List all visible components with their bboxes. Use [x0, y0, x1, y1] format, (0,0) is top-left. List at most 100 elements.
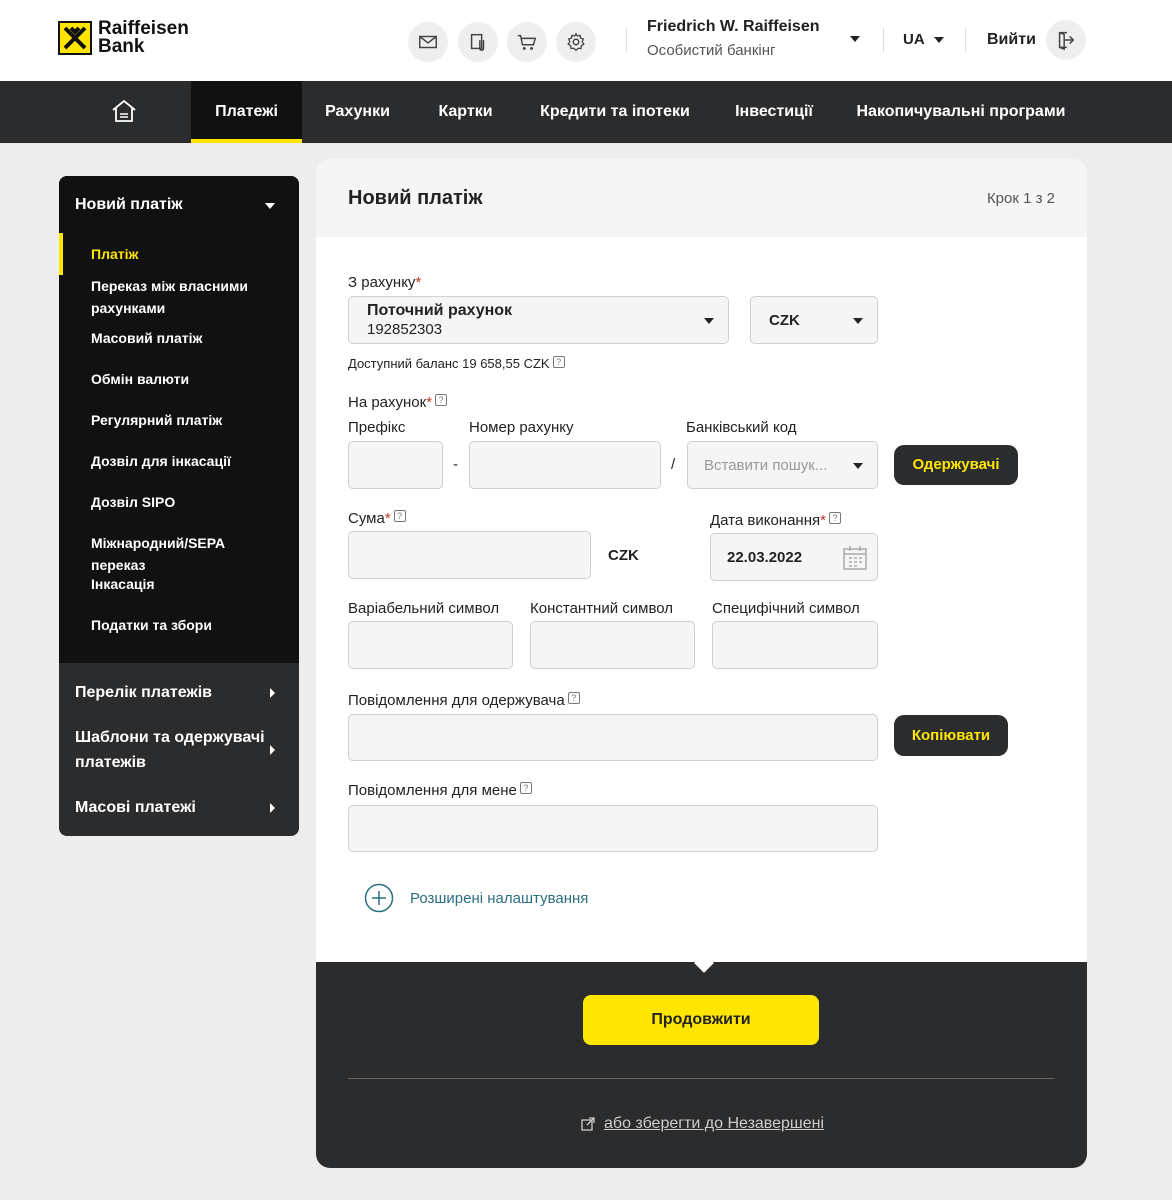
from-account-label: З рахунку*: [348, 274, 422, 291]
chevron-right-icon: [270, 688, 275, 698]
sidebar-section-title: Новий платіж: [75, 196, 183, 213]
page-title: Новий платіж: [348, 187, 483, 209]
account-number-input[interactable]: [469, 441, 661, 489]
step-indicator: Крок 1 з 2: [986, 190, 1055, 207]
prefix-separator: -: [453, 456, 458, 473]
sidebar-item-mass-payments[interactable]: Масові платежі: [75, 795, 265, 820]
sidebar-item-payment-list[interactable]: Перелік платежів: [75, 680, 265, 705]
sidebar-item-standing-order[interactable]: Регулярний платіж: [91, 409, 281, 431]
chevron-down-icon: [853, 463, 863, 469]
chevron-right-icon: [270, 803, 275, 813]
sidebar-item-collection-permit[interactable]: Дозвіл для інкасації: [91, 450, 281, 472]
sidebar-item-payment[interactable]: Платіж: [91, 243, 281, 265]
recipients-button[interactable]: Одержувачі: [894, 445, 1018, 485]
help-icon[interactable]: ?: [828, 512, 841, 524]
sidebar-item-mass-payment[interactable]: Масовий платіж: [91, 327, 281, 349]
message-me-label: Повідомлення для мене?: [348, 782, 532, 799]
prefix-input[interactable]: [348, 441, 443, 489]
continue-button[interactable]: Продовжити: [583, 995, 819, 1045]
from-account-select[interactable]: Поточний рахунок 192852303: [348, 296, 729, 344]
sidebar-item-sipo-permit[interactable]: Дозвіл SIPO: [91, 491, 281, 513]
date-input[interactable]: 22.03.2022: [710, 533, 878, 581]
amount-input[interactable]: [348, 531, 591, 579]
currency-select[interactable]: CZK: [750, 296, 878, 344]
copy-button[interactable]: Копіювати: [894, 715, 1008, 756]
nav-item-payments[interactable]: Платежі: [191, 81, 302, 143]
sidebar-item-collection[interactable]: Інкасація: [91, 573, 281, 595]
chevron-down-icon: [265, 203, 275, 209]
bank-logo[interactable]: Raiffeisen Bank: [58, 19, 189, 57]
mail-icon: [419, 35, 437, 49]
variable-symbol-input[interactable]: [348, 621, 513, 669]
calendar-icon[interactable]: [841, 544, 869, 572]
save-draft-link[interactable]: або зберегти до Незавершені: [580, 1115, 824, 1133]
account-number: 192852303: [367, 321, 443, 338]
date-value: 22.03.2022: [727, 549, 803, 566]
amount-label: Сума*?: [348, 510, 406, 527]
prefix-label: Префікс: [348, 419, 406, 436]
bank-code-select[interactable]: Вставити пошук...: [687, 441, 878, 489]
header-divider: [965, 28, 966, 52]
main-navigation: Платежі Рахунки Картки Кредити та іпотек…: [0, 81, 1172, 143]
plus-circle-icon: [364, 883, 394, 913]
nav-item-loans[interactable]: Кредити та іпотеки: [530, 81, 700, 143]
cart-button[interactable]: [507, 22, 547, 62]
cart-icon: [517, 34, 537, 50]
currency-value: CZK: [769, 312, 800, 329]
account-number-label: Номер рахунку: [469, 419, 574, 436]
logout-label[interactable]: Вийти: [987, 31, 1036, 49]
footer-divider: [348, 1078, 1054, 1079]
advanced-settings-label: Розширені налаштування: [410, 889, 589, 907]
help-icon[interactable]: ?: [519, 782, 532, 794]
sidebar-item-templates[interactable]: Шаблони та одержувачі платежів: [75, 725, 265, 775]
help-icon[interactable]: ?: [435, 394, 448, 406]
header-divider: [883, 28, 884, 52]
sidebar-active-indicator: [59, 233, 63, 275]
date-label: Дата виконання*?: [710, 512, 841, 529]
advanced-settings-toggle[interactable]: Розширені налаштування: [364, 883, 588, 913]
sidebar-item-own-transfer[interactable]: Переказ між власними рахунками: [91, 275, 281, 319]
documents-button[interactable]: [458, 22, 498, 62]
home-icon[interactable]: [110, 97, 138, 125]
bank-code-separator: /: [671, 456, 676, 473]
chevron-down-icon: [933, 36, 944, 43]
sidebar-item-taxes[interactable]: Податки та збори: [91, 614, 281, 636]
nav-item-cards[interactable]: Картки: [420, 81, 511, 143]
top-header: Raiffeisen Bank Friedrich W. Raiffeisen …: [0, 0, 1172, 81]
help-icon[interactable]: ?: [393, 510, 406, 522]
sidebar-item-sepa-transfer[interactable]: Міжнародний/SEPA переказ: [91, 532, 281, 576]
specific-symbol-label: Специфічний символ: [712, 600, 860, 617]
amount-currency: CZK: [608, 547, 639, 564]
help-icon[interactable]: ?: [567, 692, 580, 704]
nav-item-savings[interactable]: Накопичувальні програми: [852, 81, 1070, 143]
chevron-down-icon: [853, 318, 863, 324]
sidebar-section-new-payment[interactable]: Новий платіж: [59, 176, 299, 228]
settings-button[interactable]: [556, 22, 596, 62]
logout-button[interactable]: [1046, 20, 1086, 60]
nav-item-accounts[interactable]: Рахунки: [307, 81, 408, 143]
language-selector[interactable]: UA: [903, 31, 944, 48]
available-balance: Доступний баланс 19 658,55 CZK?: [348, 356, 565, 371]
header-divider: [626, 28, 627, 52]
user-name[interactable]: Friedrich W. Raiffeisen: [647, 18, 819, 36]
chevron-down-icon[interactable]: [850, 36, 860, 42]
constant-symbol-label: Константний символ: [530, 600, 674, 617]
specific-symbol-input[interactable]: [712, 621, 878, 669]
panel-header: Новий платіж Крок 1 з 2: [316, 159, 1087, 237]
message-me-input[interactable]: [348, 805, 878, 852]
gear-icon: [567, 32, 585, 52]
variable-symbol-label: Варіабельний символ: [348, 600, 500, 617]
form-footer: Продовжити або зберегти до Незавершені: [316, 962, 1087, 1168]
nav-item-investments[interactable]: Інвестиції: [724, 81, 824, 143]
mail-button[interactable]: [408, 22, 448, 62]
chevron-down-icon: [704, 318, 714, 324]
external-link-icon: [581, 1117, 595, 1131]
help-icon[interactable]: ?: [552, 356, 565, 368]
logo-text-line2: Bank: [98, 36, 145, 57]
constant-symbol-input[interactable]: [530, 621, 695, 669]
message-recipient-input[interactable]: [348, 714, 878, 761]
sidebar-item-currency-exchange[interactable]: Обмін валюти: [91, 368, 281, 390]
payment-form-panel: Новий платіж Крок 1 з 2 З рахунку* Поточ…: [316, 159, 1087, 1168]
bank-code-label: Банківський код: [686, 419, 797, 436]
sidebar: Новий платіж Платіж Переказ між власними…: [59, 176, 299, 836]
